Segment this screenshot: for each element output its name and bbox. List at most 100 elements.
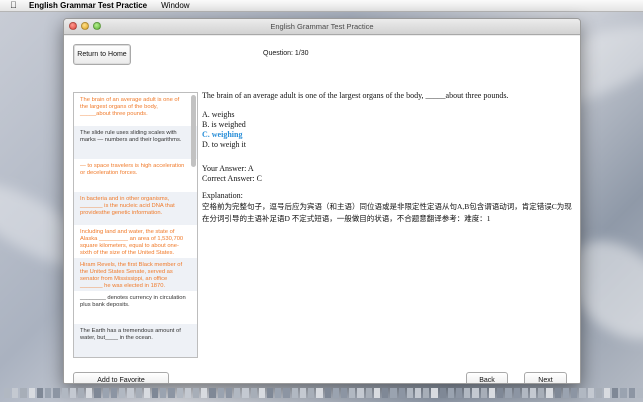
explanation-text: 空格前为完整句子，逗号后应为宾语（和主语）同位语或是非限定性定语从句A,B包含谓… — [202, 202, 572, 223]
option-b[interactable]: B. is weighed — [202, 120, 246, 130]
list-item-text: The slide rule uses sliding scales with … — [80, 130, 182, 143]
dock-tile — [4, 388, 11, 398]
dock-tile — [636, 388, 643, 398]
list-scrollbar[interactable] — [191, 95, 196, 167]
back-button[interactable]: Back — [466, 372, 508, 383]
dock-tile — [488, 388, 496, 398]
add-to-favorite-button[interactable]: Add to Favorite — [73, 372, 169, 383]
dock-tile — [595, 388, 602, 398]
option-a[interactable]: A. weighs — [202, 110, 246, 120]
dock-tile — [275, 388, 282, 398]
list-item[interactable]: The slide rule uses sliding scales with … — [74, 126, 197, 159]
dock-tile — [324, 388, 331, 398]
option-d[interactable]: D. to weigh it — [202, 140, 246, 150]
dock-tile — [382, 388, 389, 398]
dock-tile — [127, 388, 134, 398]
dock-strip — [0, 388, 643, 402]
dock-tile — [193, 388, 200, 398]
dock-tile — [513, 388, 520, 398]
list-item[interactable]: In bacteria and in other organisms, ____… — [74, 192, 197, 225]
list-item[interactable]: Including land and water, the state of A… — [74, 225, 197, 258]
dock-tile — [538, 388, 545, 398]
list-item[interactable]: ________ denotes currency in circulation… — [74, 291, 197, 324]
dock-tile — [291, 388, 298, 398]
dock-tile — [571, 388, 578, 398]
dock-tile — [234, 388, 241, 398]
dock-tile — [530, 388, 537, 398]
your-answer: Your Answer: A — [202, 164, 254, 173]
list-item-text: In bacteria and in other organisms, ____… — [80, 196, 175, 216]
list-item-text: The Earth has a tremendous amount of wat… — [80, 328, 181, 341]
dock-tile — [398, 388, 405, 398]
dock-tile — [423, 388, 430, 398]
dock-tile — [505, 388, 512, 398]
dock-tile — [61, 388, 68, 398]
dock-tile — [102, 388, 109, 398]
dock-tile — [390, 388, 397, 398]
dock-tile — [406, 388, 413, 398]
window-title: English Grammar Test Practice — [270, 22, 374, 31]
dock-tile — [373, 388, 381, 398]
correct-answer: Correct Answer: C — [202, 174, 262, 183]
dock-tile — [77, 388, 85, 398]
dock-tile — [36, 388, 44, 398]
dock-tile — [53, 388, 60, 398]
dock-tile — [579, 388, 586, 398]
dock-tile — [28, 388, 35, 398]
minimize-window-icon[interactable] — [81, 22, 89, 30]
dock-tile — [299, 388, 307, 398]
list-item[interactable]: The brain of an average adult is one of … — [74, 93, 197, 126]
close-window-icon[interactable] — [69, 22, 77, 30]
dock-tile — [135, 388, 142, 398]
dock-tile — [86, 388, 93, 398]
dock-tile — [143, 388, 150, 398]
dock-tile — [242, 388, 249, 398]
dock-tile — [184, 388, 192, 398]
dock-tile — [316, 388, 323, 398]
list-item-text: Hiram Revels, the first Black member of … — [80, 262, 183, 289]
dock-tile — [497, 388, 504, 398]
menubar-app-name[interactable]: English Grammar Test Practice — [29, 1, 147, 10]
dock-tile — [308, 388, 315, 398]
return-to-home-button[interactable]: Return to Home — [73, 44, 131, 65]
answer-summary: Your Answer: A Correct Answer: C — [202, 164, 262, 184]
zoom-window-icon[interactable] — [93, 22, 101, 30]
list-item-text: ________ denotes currency in circulation… — [80, 295, 186, 308]
window-titlebar[interactable]: English Grammar Test Practice — [64, 19, 580, 35]
dock-tile — [110, 388, 118, 398]
next-button[interactable]: Next — [524, 372, 567, 383]
dock-tile — [456, 388, 463, 398]
apple-icon[interactable]:  — [10, 1, 19, 10]
option-c[interactable]: C. weighing — [202, 130, 246, 140]
dock-tile — [176, 388, 183, 398]
dock-tile — [546, 388, 553, 398]
dock-tile — [258, 388, 265, 398]
dock-tile — [340, 388, 348, 398]
dock-tile — [612, 388, 619, 398]
dock-tile — [225, 388, 233, 398]
menu-window[interactable]: Window — [161, 1, 189, 10]
dock-tile — [357, 388, 364, 398]
dock-tile — [94, 388, 101, 398]
list-item[interactable]: — to space travelers is high acceleratio… — [74, 159, 197, 192]
dock-tile — [217, 388, 224, 398]
dock-tile — [267, 388, 274, 398]
question-list[interactable]: The brain of an average adult is one of … — [73, 92, 198, 358]
dock-tile — [151, 388, 159, 398]
dock-tile — [620, 388, 627, 398]
dock-tile — [439, 388, 446, 398]
list-item[interactable]: The Earth has a tremendous amount of wat… — [74, 324, 197, 357]
dock-tile — [12, 388, 19, 398]
question-text: The brain of an average adult is one of … — [202, 91, 509, 100]
dock-tile — [472, 388, 479, 398]
dock-tile — [69, 388, 76, 398]
list-item[interactable]: Hiram Revels, the first Black member of … — [74, 258, 197, 291]
dock-tile — [119, 388, 126, 398]
dock-tile — [464, 388, 471, 398]
dock-tile — [45, 388, 52, 398]
dock-tile — [250, 388, 257, 398]
dock-tile — [201, 388, 208, 398]
dock-tile — [628, 388, 635, 398]
dock-tile — [160, 388, 167, 398]
dock-tile — [554, 388, 561, 398]
